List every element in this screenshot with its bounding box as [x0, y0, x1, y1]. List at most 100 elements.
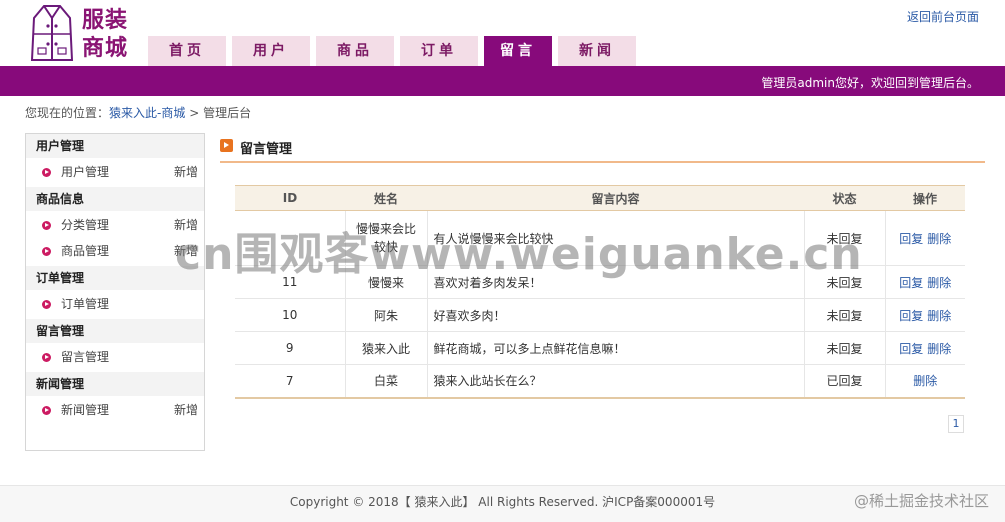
sidebar-item-label[interactable]: 用户管理: [61, 165, 109, 179]
bullet-arrow-icon: [42, 406, 51, 415]
cell-content: 有人说慢慢来会比较快: [426, 210, 804, 266]
section-header: 留言管理: [220, 137, 985, 163]
cell-actions: 删除: [884, 364, 965, 399]
cell-status: 未回复: [803, 210, 885, 266]
sidebar-group-news: 新闻管理: [26, 372, 204, 396]
bullet-arrow-icon: [42, 221, 51, 230]
footer: Copyright © 2018【 猿来入此】 All Rights Reser…: [0, 485, 1005, 522]
breadcrumb-current: 管理后台: [203, 106, 252, 120]
cell-name: 猿来入此: [344, 331, 427, 365]
sidebar-add-user[interactable]: 新增: [174, 158, 198, 187]
sidebar-item-label[interactable]: 订单管理: [61, 297, 109, 311]
sidebar-item-label[interactable]: 商品管理: [61, 244, 109, 258]
table-row: 10 阿朱 好喜欢多肉！ 未回复 回复 删除: [235, 298, 965, 332]
reply-link[interactable]: 回复: [899, 232, 923, 246]
reply-link[interactable]: 回复: [899, 276, 923, 290]
nav-tab-orders[interactable]: 订单: [400, 36, 478, 66]
back-to-front-link[interactable]: 返回前台页面: [907, 8, 979, 25]
bullet-arrow-icon: [42, 300, 51, 309]
sidebar-item-category-management[interactable]: 分类管理 新增: [26, 211, 204, 240]
cell-id: [235, 210, 345, 266]
sidebar-item-user-management[interactable]: 用户管理 新增: [26, 158, 204, 187]
cell-id: 11: [235, 265, 345, 299]
col-id: ID: [235, 185, 345, 211]
table-row: 9 猿来入此 鲜花商城，可以多上点鲜花信息嘛！ 未回复 回复 删除: [235, 331, 965, 365]
arrow-right-icon: [220, 139, 233, 152]
delete-link[interactable]: 删除: [927, 232, 951, 246]
bullet-arrow-icon: [42, 168, 51, 177]
nav-tab-products[interactable]: 商品: [316, 36, 394, 66]
cell-status: 未回复: [803, 265, 885, 299]
cell-content: 猿来入此站长在么？: [426, 364, 804, 399]
sidebar-item-order-management[interactable]: 订单管理: [26, 290, 204, 319]
sidebar-group-orders: 订单管理: [26, 266, 204, 290]
cell-content: 好喜欢多肉！: [426, 298, 804, 332]
nav-tab-users[interactable]: 用户: [232, 36, 310, 66]
cell-actions: 回复 删除: [884, 298, 965, 332]
col-content: 留言内容: [427, 185, 804, 211]
breadcrumb-prefix: 您现在的位置：: [25, 106, 110, 120]
message-table: ID 姓名 留言内容 状态 操作 慢慢来会比较快 有人说慢慢来会比较快 未回复 …: [235, 185, 965, 399]
header: 服装 商城 返回前台页面 首页 用户 商品 订单 留言 新闻: [0, 0, 1005, 66]
nav-tab-messages[interactable]: 留言: [484, 36, 552, 66]
nav-tab-home[interactable]: 首页: [148, 36, 226, 66]
cell-id: 10: [235, 298, 345, 332]
cell-name: 慢慢来会比较快: [344, 210, 427, 266]
cell-status: 未回复: [803, 298, 885, 332]
site-logo[interactable]: 服装 商城: [28, 4, 140, 64]
sidebar-item-label[interactable]: 留言管理: [61, 350, 109, 364]
cell-status: 未回复: [803, 331, 885, 365]
sidebar-item-news-management[interactable]: 新闻管理 新增: [26, 396, 204, 425]
pagination-page-1[interactable]: 1: [948, 415, 964, 433]
bullet-arrow-icon: [42, 353, 51, 362]
sidebar-group-messages: 留言管理: [26, 319, 204, 343]
sidebar-group-products: 商品信息: [26, 187, 204, 211]
table-row: 11 慢慢来 喜欢对着多肉发呆！ 未回复 回复 删除: [235, 265, 965, 299]
cell-name: 慢慢来: [344, 265, 427, 299]
cell-content: 喜欢对着多肉发呆！: [426, 265, 804, 299]
sidebar: 用户管理 用户管理 新增 商品信息 分类管理 新增 商品管理 新增 订单管理 订…: [25, 133, 205, 451]
cell-name: 阿朱: [344, 298, 427, 332]
logo-line1: 服装: [82, 7, 129, 33]
welcome-text: 管理员admin您好，欢迎回到管理后台。: [761, 76, 979, 90]
breadcrumb-home-link[interactable]: 猿来入此-商城: [109, 106, 185, 120]
breadcrumb: 您现在的位置：猿来入此-商城 > 管理后台: [25, 104, 251, 121]
table-row: 7 白菜 猿来入此站长在么？ 已回复 删除: [235, 364, 965, 399]
nav-tab-news[interactable]: 新闻: [558, 36, 636, 66]
logo-line2: 商城: [82, 35, 129, 61]
top-bar: 管理员admin您好，欢迎回到管理后台。: [0, 66, 1005, 96]
bullet-arrow-icon: [42, 247, 51, 256]
breadcrumb-separator: >: [189, 106, 200, 120]
col-actions: 操作: [885, 185, 965, 211]
page-title: 留言管理: [240, 142, 293, 157]
delete-link[interactable]: 删除: [927, 276, 951, 290]
cell-id: 7: [235, 364, 345, 399]
delete-link[interactable]: 删除: [927, 309, 951, 323]
reply-link[interactable]: 回复: [899, 342, 923, 356]
delete-link[interactable]: 删除: [913, 374, 937, 388]
cell-actions: 回复 删除: [884, 265, 965, 299]
cell-actions: 回复 删除: [884, 210, 965, 266]
col-status: 状态: [804, 185, 885, 211]
sidebar-add-category[interactable]: 新增: [174, 211, 198, 240]
logo-text: 服装 商城: [82, 6, 128, 62]
sidebar-item-message-management[interactable]: 留言管理: [26, 343, 204, 372]
table-header-row: ID 姓名 留言内容 状态 操作: [235, 185, 965, 211]
cell-status: 已回复: [803, 364, 885, 399]
sidebar-group-users: 用户管理: [26, 134, 204, 158]
cell-content: 鲜花商城，可以多上点鲜花信息嘛！: [426, 331, 804, 365]
coat-logo-icon: [30, 5, 74, 61]
sidebar-item-label[interactable]: 新闻管理: [61, 403, 109, 417]
sidebar-add-product[interactable]: 新增: [174, 240, 198, 262]
cell-actions: 回复 删除: [884, 331, 965, 365]
sidebar-item-product-management[interactable]: 商品管理 新增: [26, 240, 204, 266]
reply-link[interactable]: 回复: [899, 309, 923, 323]
col-name: 姓名: [345, 185, 427, 211]
table-row: 慢慢来会比较快 有人说慢慢来会比较快 未回复 回复 删除: [235, 210, 965, 266]
juejin-watermark: @稀土掘金技术社区: [853, 492, 989, 510]
delete-link[interactable]: 删除: [927, 342, 951, 356]
cell-name: 白菜: [344, 364, 427, 399]
sidebar-add-news[interactable]: 新增: [174, 396, 198, 425]
sidebar-item-label[interactable]: 分类管理: [61, 218, 109, 232]
cell-id: 9: [235, 331, 345, 365]
